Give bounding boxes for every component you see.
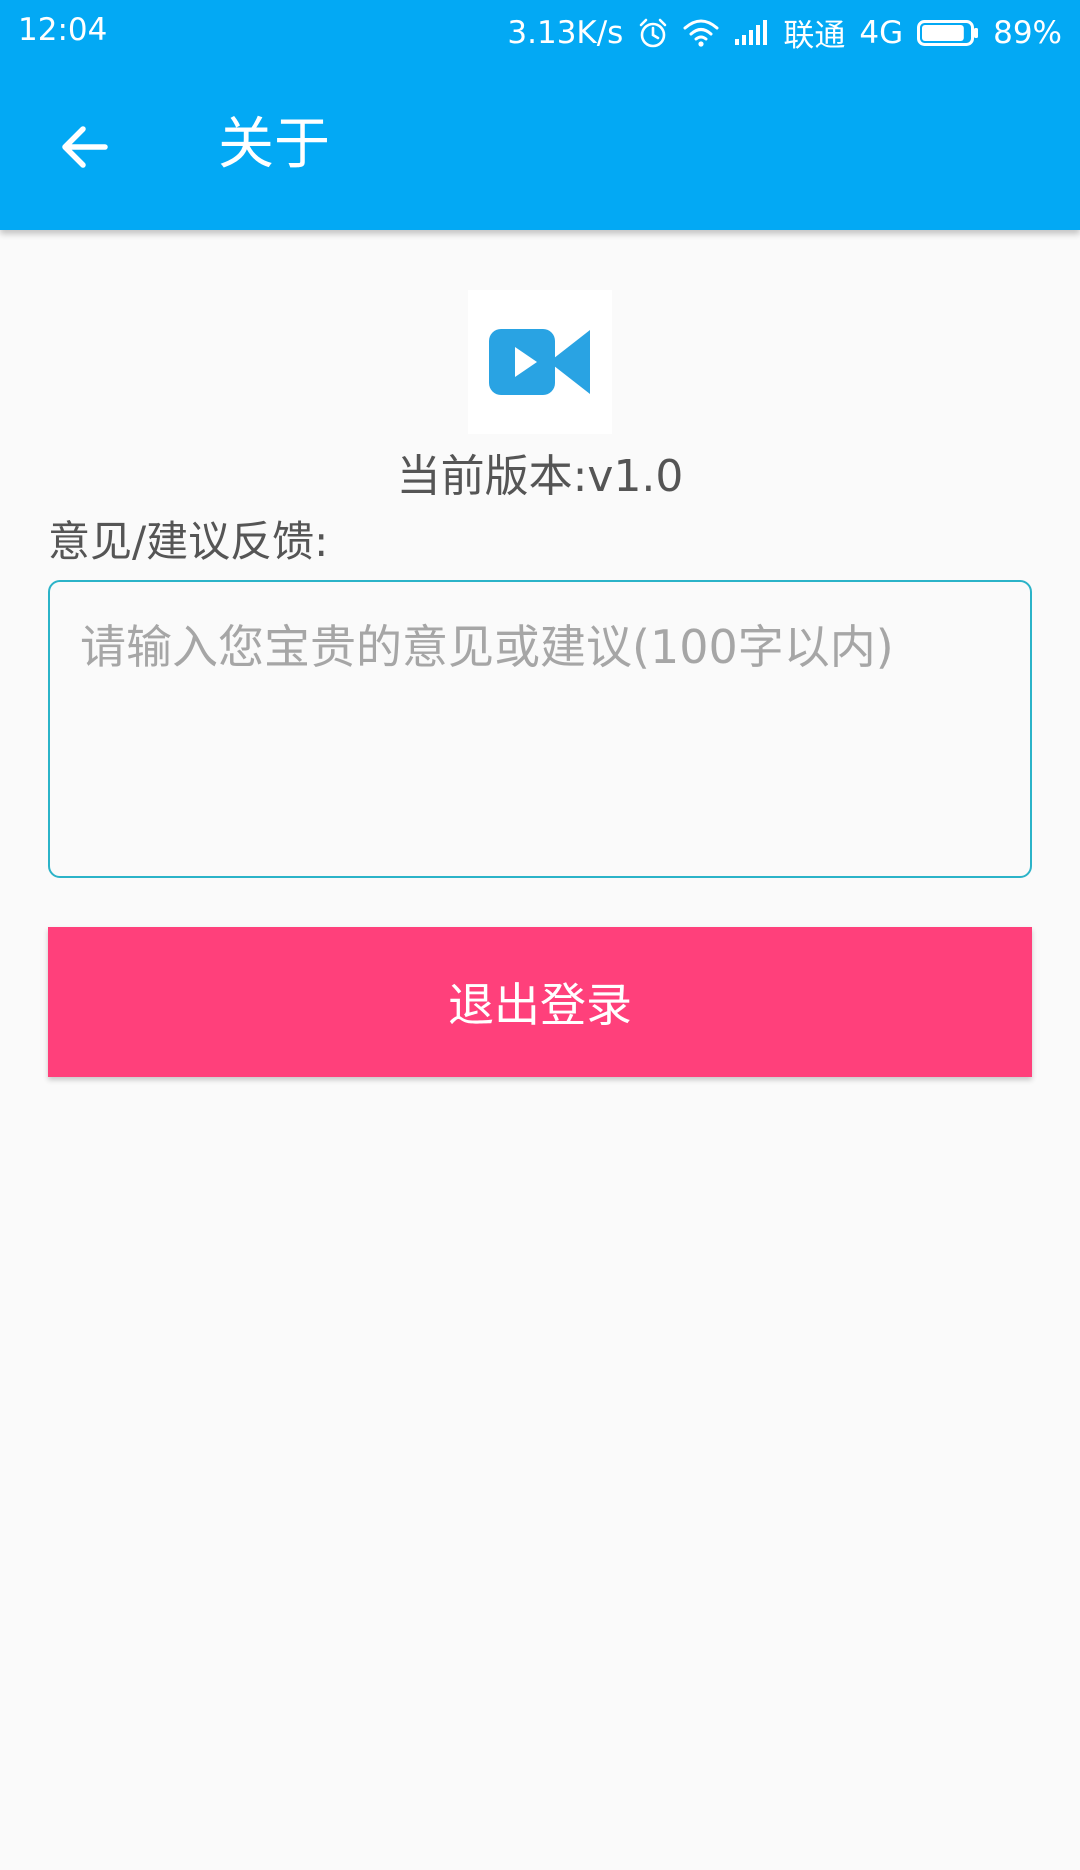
version-text: 当前版本:v1.0 <box>396 451 684 502</box>
feedback-input[interactable] <box>50 582 1030 876</box>
battery-percent: 89% <box>993 14 1062 51</box>
status-indicators: 3.13K/s 联通 4G 89% <box>507 10 1062 55</box>
battery-icon <box>917 18 979 48</box>
feedback-label: 意见/建议反馈: <box>48 517 329 566</box>
feedback-box <box>48 580 1032 878</box>
video-camera-icon <box>489 329 590 395</box>
wifi-icon <box>683 18 719 48</box>
network-speed: 3.13K/s <box>507 14 624 51</box>
status-bar: 12:04 3.13K/s 联通 4G 89% <box>0 0 1080 64</box>
alarm-icon <box>637 17 669 49</box>
logout-button[interactable]: 退出登录 <box>48 927 1032 1077</box>
network-type: 4G <box>859 14 904 51</box>
app-bar: 12:04 3.13K/s 联通 4G 89% 关于 <box>0 0 1080 230</box>
arrow-back-icon <box>62 126 108 168</box>
back-button[interactable] <box>42 104 128 190</box>
signal-icon <box>733 19 769 47</box>
app-logo <box>468 290 612 434</box>
carrier-name: 联通 <box>783 18 846 54</box>
status-time: 12:04 <box>18 12 108 48</box>
page-title: 关于 <box>218 112 330 177</box>
toolbar: 关于 <box>0 64 1080 230</box>
